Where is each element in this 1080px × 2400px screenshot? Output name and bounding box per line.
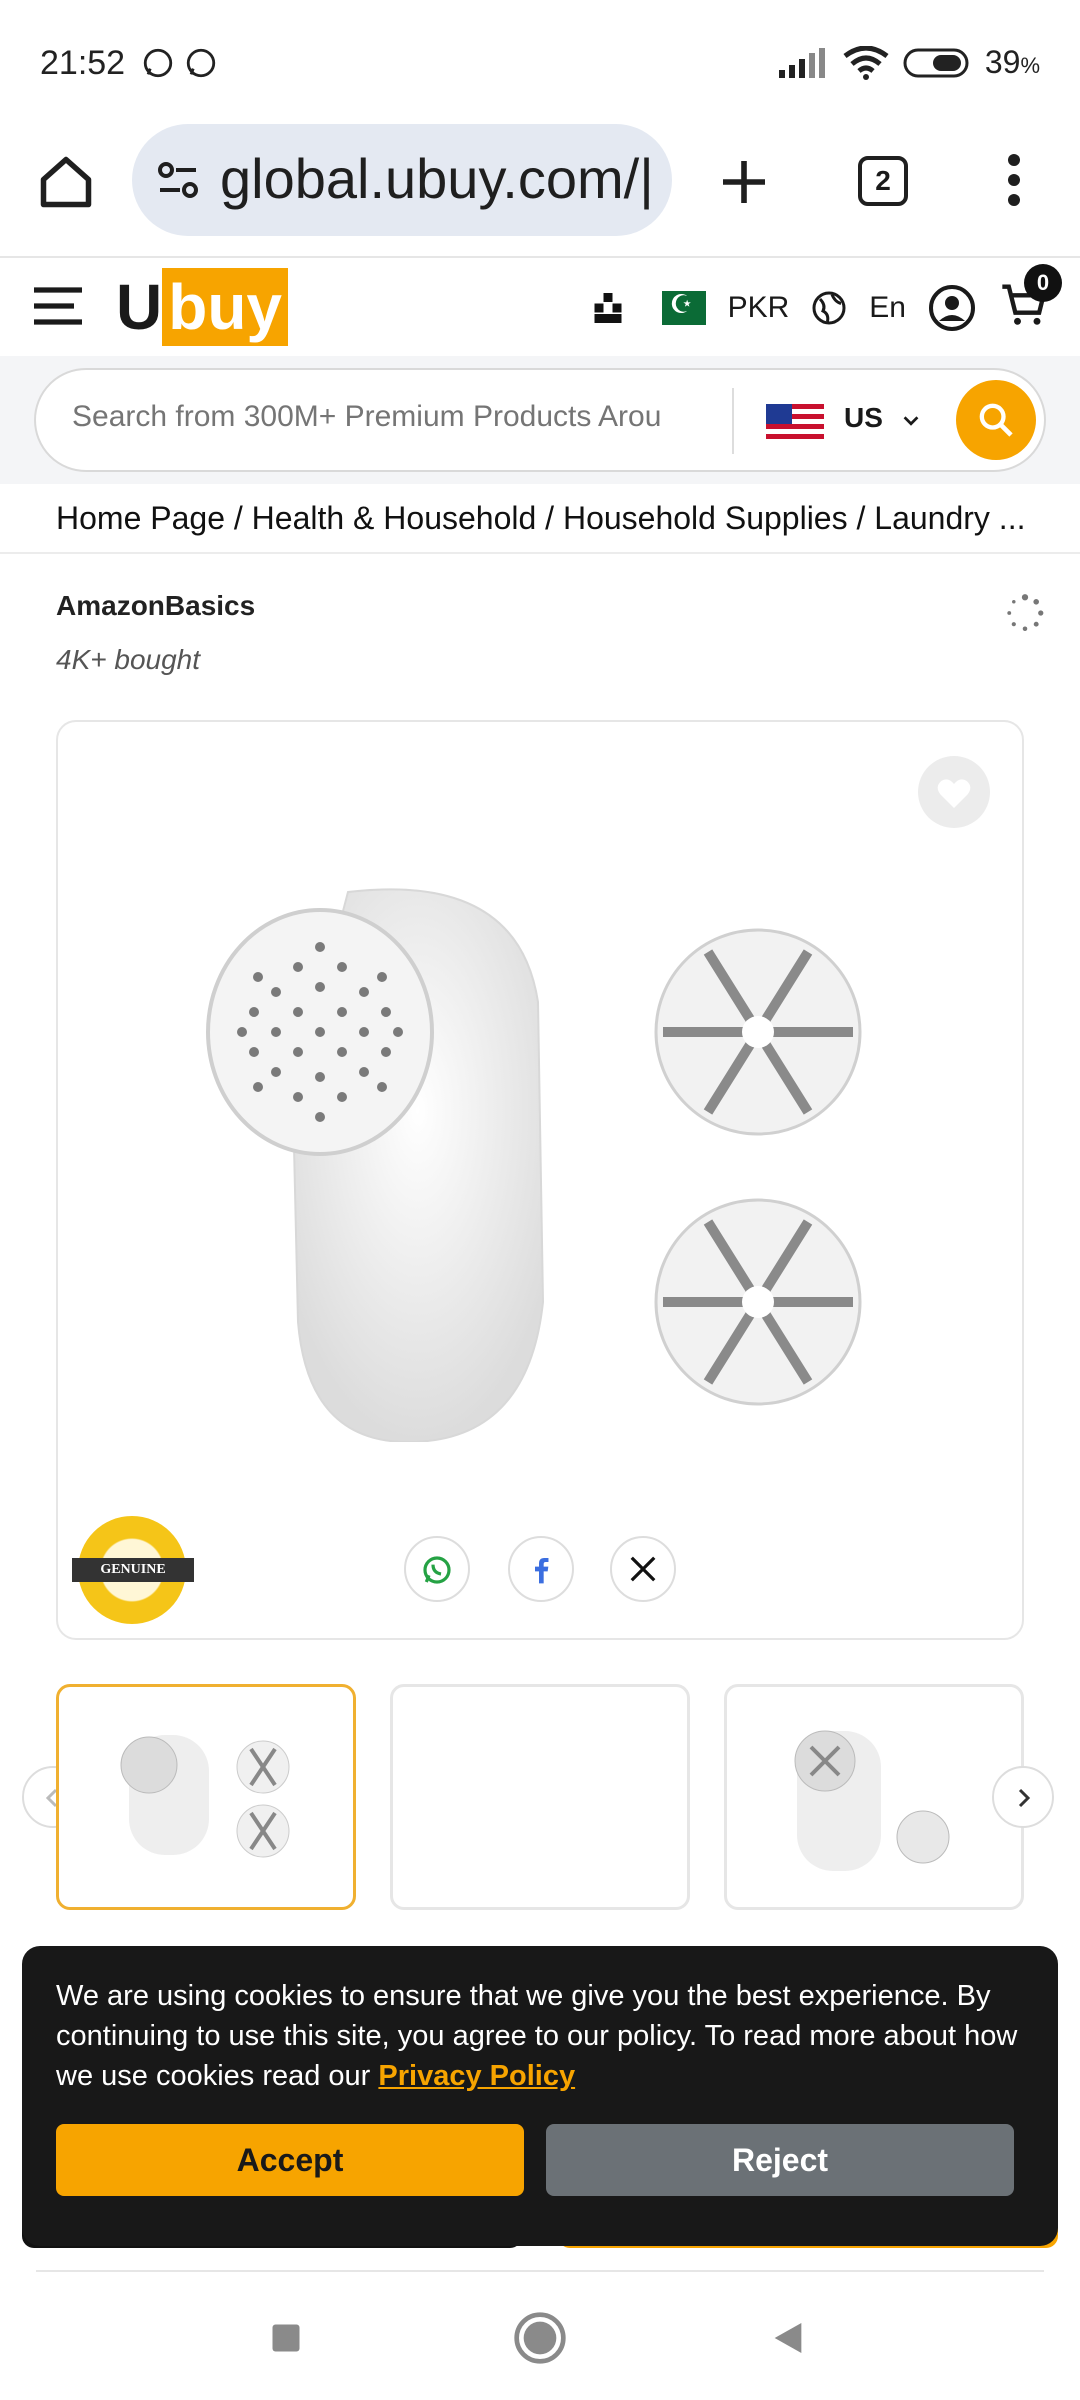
breadcrumb[interactable]: Home Page / Health & Household / Househo… <box>0 484 1080 554</box>
x-icon[interactable] <box>628 1554 658 1584</box>
system-navigation-bar <box>0 2270 1080 2400</box>
thumbnail-next-button[interactable] <box>992 1766 1054 1828</box>
search-icon[interactable] <box>976 400 1016 440</box>
reject-cookies-button[interactable]: Reject <box>546 2124 1014 2196</box>
cookie-consent-banner: We are using cookies to ensure that we g… <box>22 1946 1058 2246</box>
thumbnail-image <box>120 1735 290 1858</box>
signal-icon <box>778 47 825 78</box>
browser-toolbar: global.ubuy.com/| 2 <box>0 120 1080 256</box>
plus-icon[interactable] <box>716 154 772 210</box>
whatsapp-icon[interactable] <box>421 1554 453 1586</box>
back-icon[interactable] <box>768 2318 808 2358</box>
ubuy-logo[interactable]: Ubuy <box>116 268 288 346</box>
language-selector[interactable]: En <box>869 291 906 325</box>
battery-icon <box>903 48 969 77</box>
tab-switcher-button[interactable]: 2 <box>858 156 908 206</box>
product-brand[interactable]: AmazonBasics <box>56 590 255 622</box>
home-nav-icon[interactable] <box>512 2310 568 2366</box>
clock: 21:52 <box>40 44 126 82</box>
us-flag-icon[interactable] <box>766 404 824 440</box>
status-time: 21:52 <box>40 44 218 83</box>
wishlist-button[interactable] <box>918 756 990 828</box>
thumbnail-2[interactable] <box>390 1684 690 1910</box>
thumbnail-1[interactable] <box>56 1684 356 1910</box>
chevron-right-icon[interactable] <box>1011 1786 1035 1810</box>
globe-icon[interactable] <box>811 290 847 326</box>
whatsapp-notification-icon <box>143 48 172 78</box>
product-image-card: GENUINE <box>56 720 1024 1640</box>
share-x-button[interactable] <box>610 1536 676 1602</box>
chevron-down-icon[interactable] <box>900 410 922 432</box>
warehouse-icon[interactable] <box>590 290 626 326</box>
wifi-icon <box>843 45 889 80</box>
share-whatsapp-button[interactable] <box>404 1536 470 1602</box>
home-icon[interactable] <box>36 152 96 212</box>
share-facebook-button[interactable] <box>508 1536 574 1602</box>
cookie-message: We are using cookies to ensure that we g… <box>56 1976 1036 2096</box>
menu-icon[interactable] <box>30 282 86 330</box>
accept-cookies-button[interactable]: Accept <box>56 2124 524 2196</box>
pakistan-flag-icon[interactable] <box>647 289 706 325</box>
battery-level: 39% <box>984 44 1040 80</box>
heart-icon[interactable] <box>936 776 972 810</box>
privacy-policy-link[interactable]: Privacy Policy <box>378 2060 575 2092</box>
search-input[interactable] <box>72 400 732 434</box>
thumbnail-3[interactable] <box>724 1684 1024 1910</box>
search-section: US <box>0 356 1080 484</box>
genuine-badge-label: GENUINE <box>72 1558 194 1582</box>
loading-icon <box>1007 594 1044 632</box>
status-indicators: 39% <box>778 44 1040 81</box>
status-bar: 21:52 39% <box>0 0 1080 120</box>
thumbnail-image <box>794 1730 950 1871</box>
whatsapp-notification-icon <box>186 48 216 78</box>
more-icon[interactable] <box>996 150 1032 210</box>
product-image[interactable] <box>198 882 938 1442</box>
site-settings-icon[interactable] <box>154 156 202 204</box>
store-country-selector[interactable]: US <box>844 402 883 434</box>
cart-button[interactable]: 0 <box>998 264 1062 338</box>
currency-selector[interactable]: PKR <box>728 291 790 325</box>
logo-prefix: U <box>116 271 163 343</box>
url-text[interactable]: global.ubuy.com/| <box>220 146 660 211</box>
address-bar[interactable]: global.ubuy.com/| <box>132 124 672 236</box>
cart-count-badge: 0 <box>1024 264 1062 302</box>
logo-suffix: buy <box>162 268 288 346</box>
facebook-icon[interactable] <box>525 1554 557 1586</box>
bought-count: 4K+ bought <box>56 644 201 675</box>
recents-icon[interactable] <box>268 2320 304 2356</box>
search-box: US <box>34 368 1046 472</box>
search-divider <box>732 388 734 454</box>
search-button[interactable] <box>956 380 1036 460</box>
account-icon[interactable] <box>928 284 976 332</box>
header-actions: PKR En 0 <box>590 264 1062 338</box>
site-header: Ubuy PKR En 0 <box>0 256 1080 356</box>
